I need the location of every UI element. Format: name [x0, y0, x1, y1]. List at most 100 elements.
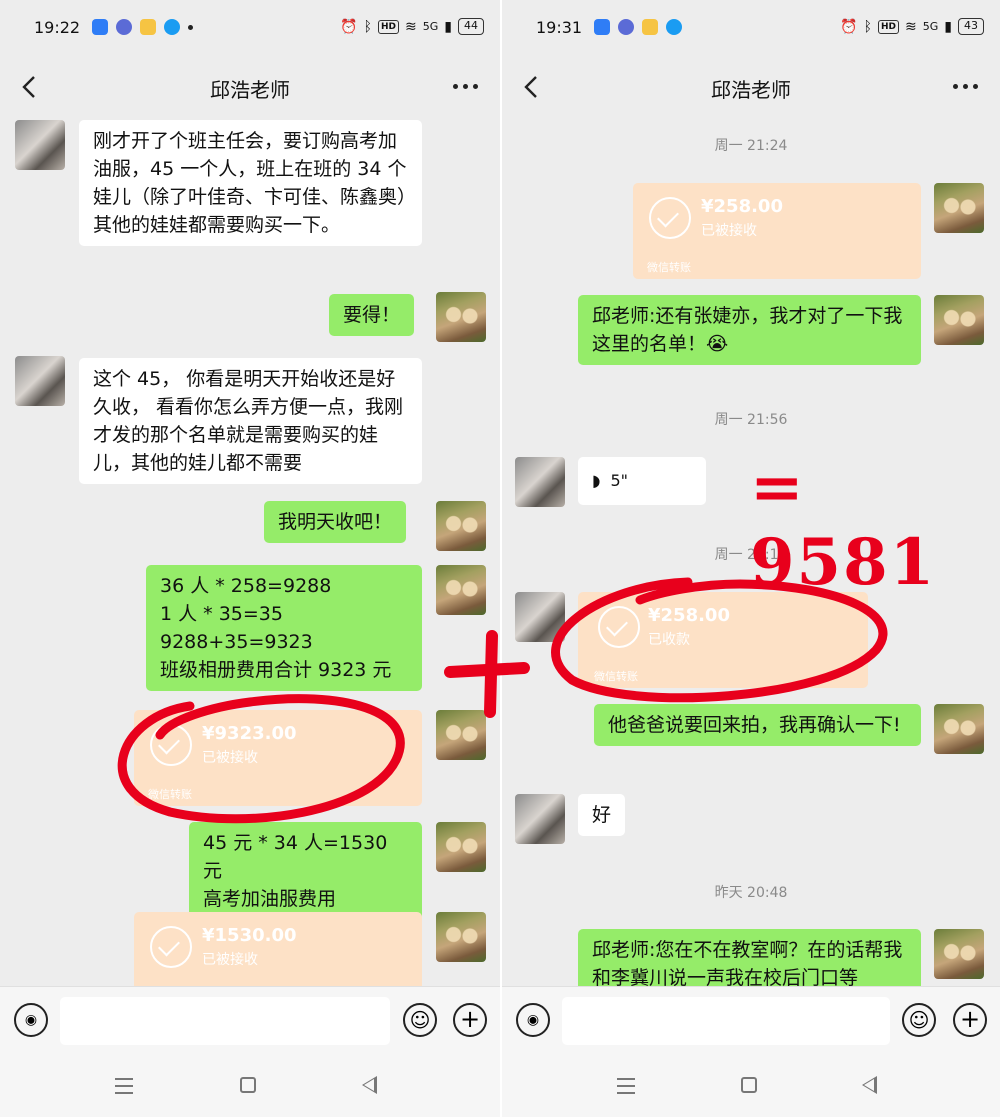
status-right: ⏰ ᛒ HD ≋ 5G ▮ 43 [840, 18, 984, 35]
chat-title: 邱浩老师 [711, 78, 791, 102]
message-bubble-out[interactable]: 45 元 * 34 人=1530 元 高考加油服费用 [189, 822, 422, 920]
transfer-card[interactable]: ¥1530.00 已被接收 [134, 912, 422, 986]
transfer-status: 已被接收 [202, 750, 258, 766]
plus-icon[interactable]: + [453, 1003, 487, 1037]
nav-menu-icon[interactable] [115, 1078, 133, 1094]
avatar[interactable] [15, 356, 65, 406]
qq-icon [666, 19, 682, 35]
system-nav-bar [0, 1056, 500, 1117]
message-bubble-in[interactable]: 好 [578, 794, 626, 836]
transfer-amount: ¥9323.00 [202, 723, 297, 744]
app-notification-icon [618, 19, 634, 35]
message-line: 36 人 * 258=9288 [160, 575, 332, 597]
annotation-total-text: = 9581 [750, 450, 937, 600]
transfer-status: 已收款 [648, 632, 690, 648]
status-app-icons [594, 19, 682, 35]
chat-header: 邱浩老师 [0, 56, 500, 118]
avatar[interactable] [515, 592, 565, 642]
network-type: 5G [922, 20, 939, 33]
voice-input-icon[interactable]: ◉ [14, 1003, 48, 1037]
hd-badge: HD [878, 19, 900, 34]
message-line: 班级相册费用合计 9323 元 [160, 659, 392, 681]
avatar[interactable] [934, 929, 984, 979]
wifi-icon: ≋ [905, 18, 917, 35]
status-bar: 19:22 ⏰ ᛒ HD ≋ 5G ▮ 44 [0, 0, 500, 56]
avatar[interactable] [934, 704, 984, 754]
avatar[interactable] [515, 457, 565, 507]
app-notification-icon [594, 19, 610, 35]
app-notification-icon [140, 19, 156, 35]
transfer-status: 已被接收 [202, 952, 258, 968]
battery-level: 44 [458, 18, 484, 35]
avatar[interactable] [436, 822, 486, 872]
nav-home-icon[interactable] [741, 1077, 757, 1093]
avatar[interactable] [436, 912, 486, 962]
transfer-card[interactable]: ¥258.00 已收款 微信转账 [578, 592, 868, 688]
app-notification-icon [642, 19, 658, 35]
more-dots-icon[interactable] [453, 84, 478, 89]
voice-duration: 5" [610, 471, 628, 490]
chat-screen-left: 19:22 ⏰ ᛒ HD ≋ 5G ▮ 44 邱浩老师 刚才开了个班主任会，要订… [0, 0, 500, 1117]
transfer-card[interactable]: ¥9323.00 已被接收 微信转账 [134, 710, 422, 806]
alarm-icon: ⏰ [340, 18, 358, 35]
message-bubble-out[interactable]: 要得！ [329, 294, 415, 336]
more-notifications-dot [188, 24, 193, 30]
status-bar: 19:31 ⏰ ᛒ HD ≋ 5G ▮ 43 [502, 0, 1000, 56]
transfer-card[interactable]: ¥258.00 已被接收 微信转账 [633, 183, 921, 279]
chat-title: 邱浩老师 [210, 78, 290, 102]
signal-icon: ▮ [944, 18, 952, 35]
avatar[interactable] [15, 120, 65, 170]
emoji-icon[interactable]: ☺ [403, 1003, 437, 1037]
message-bubble-in[interactable]: 这个 45， 你看是明天开始收还是好久收， 看看你怎么弄方便一点，我刚才发的那个… [79, 358, 422, 484]
transfer-footer: 微信转账 [594, 670, 638, 683]
bluetooth-icon: ᛒ [863, 18, 872, 35]
wifi-icon: ≋ [405, 18, 417, 35]
message-line: 1 人 * 35=35 [160, 603, 283, 625]
transfer-amount: ¥258.00 [701, 196, 783, 217]
more-dots-icon[interactable] [953, 84, 978, 89]
message-input[interactable] [60, 997, 390, 1045]
status-app-icons [92, 19, 193, 35]
message-bubble-out[interactable]: 邱老师:您在不在教室啊？在的话帮我和李冀川说一声我在校后门口等 [578, 929, 921, 986]
transfer-footer: 微信转账 [148, 788, 192, 801]
timestamp: 周一 21:56 [714, 412, 788, 428]
nav-home-icon[interactable] [240, 1077, 256, 1093]
nav-back-icon[interactable] [862, 1076, 877, 1094]
timestamp: 周一 21:24 [714, 138, 788, 154]
check-circle-icon [598, 606, 640, 648]
message-line: 9288+35=9323 [160, 631, 313, 653]
voice-wave-icon: ◗ [592, 471, 601, 490]
transfer-amount: ¥1530.00 [202, 925, 297, 946]
message-bubble-out[interactable]: 他爸爸说要回来拍，我再确认一下! [594, 704, 921, 746]
bluetooth-icon: ᛒ [363, 18, 372, 35]
transfer-footer: 微信转账 [647, 261, 691, 274]
avatar[interactable] [436, 292, 486, 342]
status-right: ⏰ ᛒ HD ≋ 5G ▮ 44 [340, 18, 484, 35]
transfer-amount: ¥258.00 [648, 605, 730, 626]
nav-menu-icon[interactable] [617, 1078, 635, 1094]
avatar[interactable] [934, 183, 984, 233]
status-time: 19:22 [34, 18, 81, 37]
message-input[interactable] [562, 997, 890, 1045]
qq-icon [164, 19, 180, 35]
voice-input-icon[interactable]: ◉ [516, 1003, 550, 1037]
message-bubble-out[interactable]: 我明天收吧！ [264, 501, 407, 543]
signal-icon: ▮ [444, 18, 452, 35]
avatar[interactable] [934, 295, 984, 345]
avatar[interactable] [436, 501, 486, 551]
nav-back-icon[interactable] [362, 1076, 377, 1094]
message-bubble-out[interactable]: 36 人 * 258=9288 1 人 * 35=35 9288+35=9323… [146, 565, 422, 691]
avatar[interactable] [436, 565, 486, 615]
message-line: 高考加油服费用 [203, 888, 337, 910]
plus-icon[interactable]: + [953, 1003, 987, 1037]
avatar[interactable] [515, 794, 565, 844]
message-list[interactable]: 刚才开了个班主任会，要订购高考加油服，45 一个人，班上在班的 34 个娃儿（除… [0, 118, 500, 986]
message-bubble-out[interactable]: 邱老师:还有张婕亦，我才对了一下我这里的名单！😭 [578, 295, 921, 365]
message-bubble-in[interactable]: 刚才开了个班主任会，要订购高考加油服，45 一个人，班上在班的 34 个娃儿（除… [79, 120, 422, 246]
check-circle-icon [150, 926, 192, 968]
hd-badge: HD [378, 19, 400, 34]
avatar[interactable] [436, 710, 486, 760]
alarm-icon: ⏰ [840, 18, 858, 35]
voice-message[interactable]: ◗ 5" [578, 457, 706, 505]
emoji-icon[interactable]: ☺ [902, 1003, 936, 1037]
